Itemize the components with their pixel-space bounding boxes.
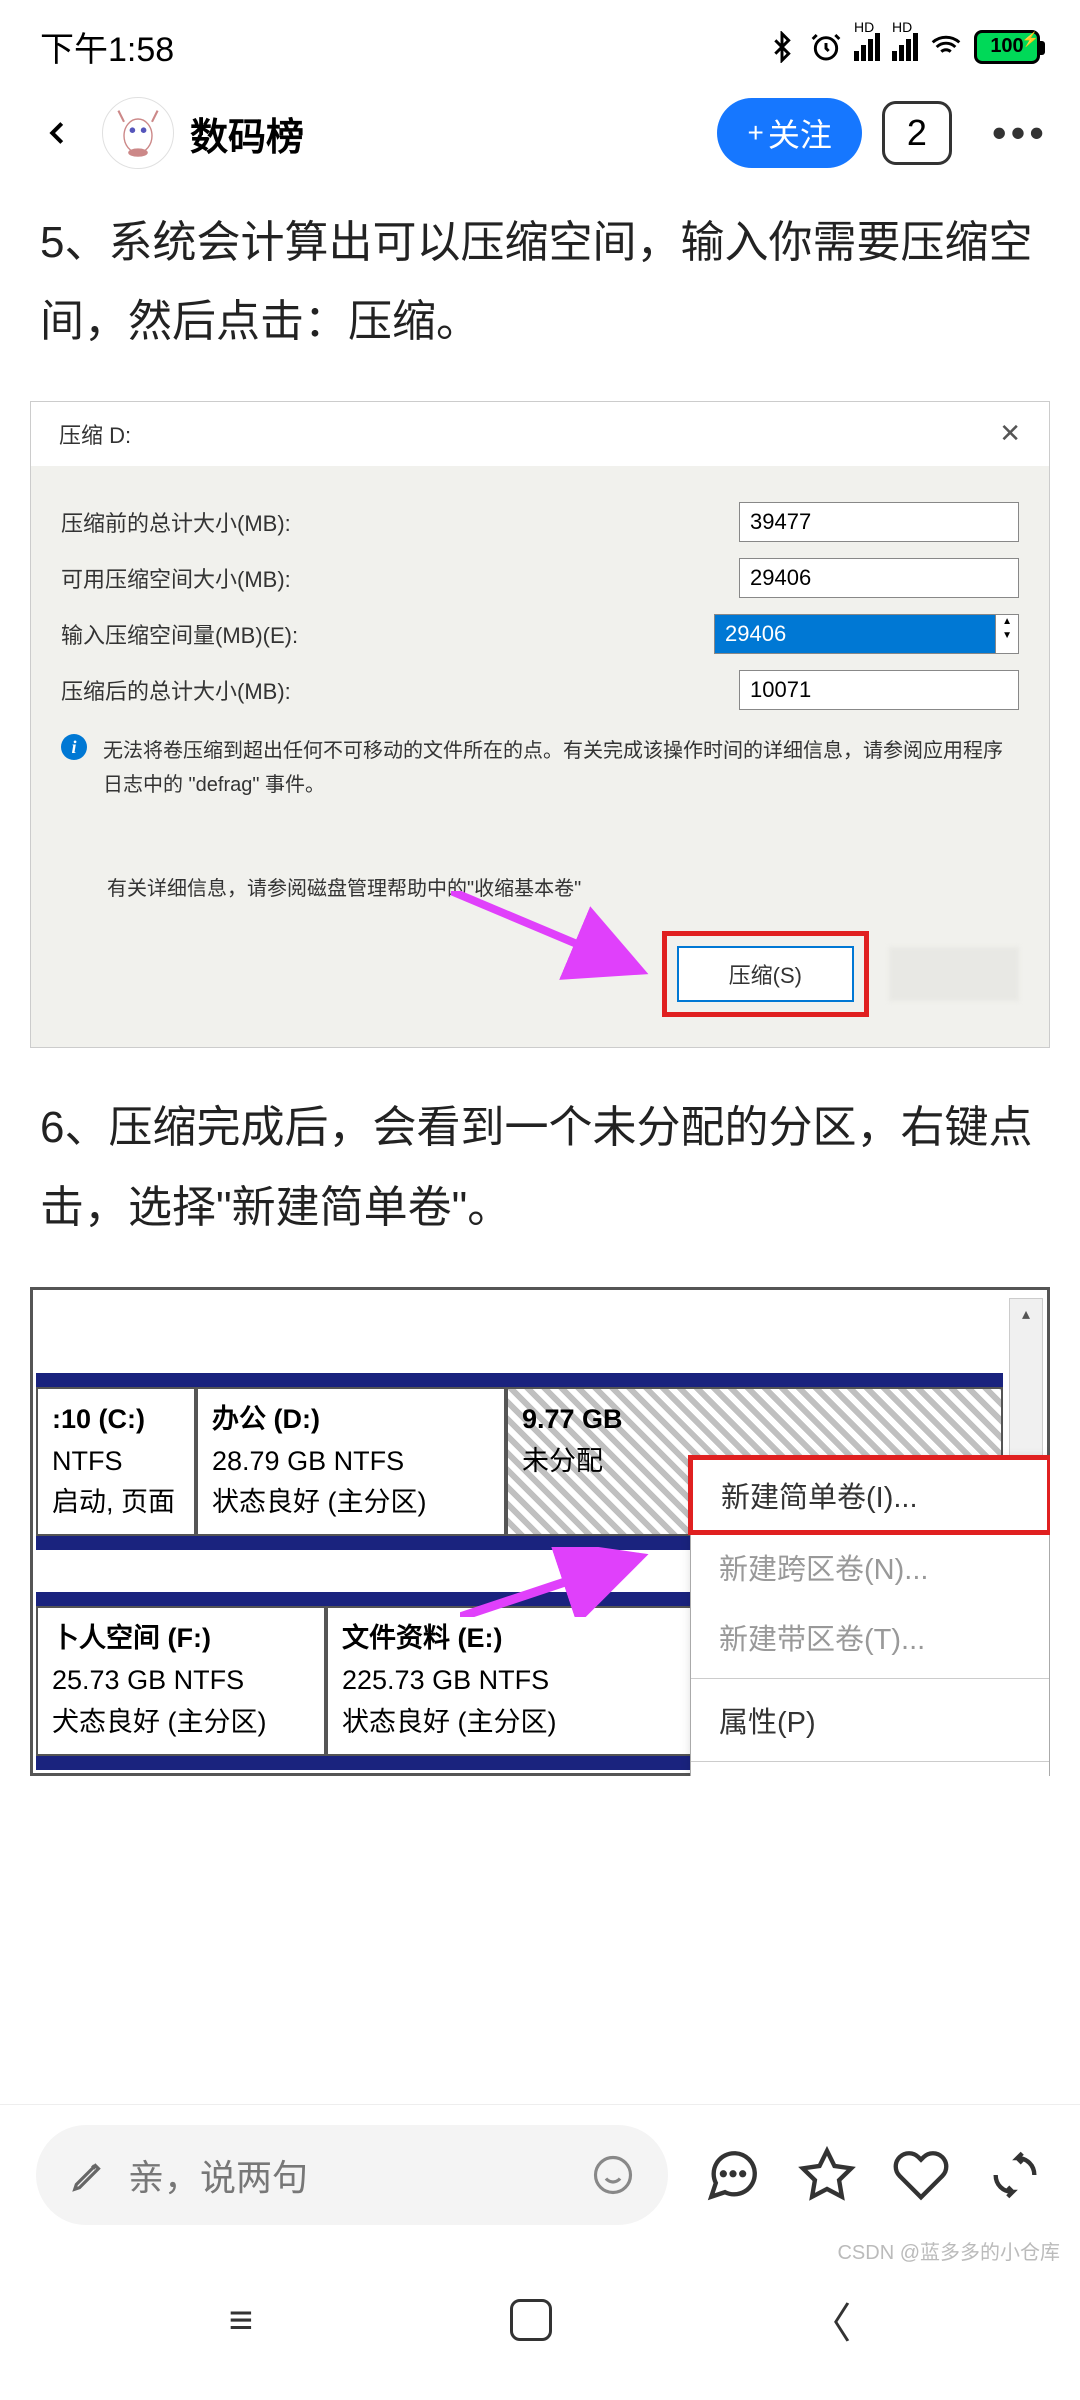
spinner-up-icon[interactable]: ▲ <box>996 615 1018 629</box>
label-available: 可用压缩空间大小(MB): <box>61 562 291 594</box>
more-button[interactable]: ••• <box>992 109 1048 157</box>
menu-properties[interactable]: 属性(P) <box>691 1685 1049 1755</box>
status-bar: 下午1:58 100⚡ <box>0 0 1080 81</box>
article-body-2: 6、压缩完成后，会看到一个未分配的分区，右键点击，选择"新建简单卷"。 <box>0 1088 1080 1246</box>
partition-f[interactable]: 卜人空间 (F:) 25.73 GB NTFS 犬态良好 (主分区) <box>36 1606 326 1756</box>
nav-back-icon[interactable]: 〈 <box>809 2290 851 2351</box>
pencil-icon <box>70 2156 108 2194</box>
follow-button[interactable]: +关注 <box>717 98 861 168</box>
bluetooth-icon <box>766 31 798 63</box>
back-button[interactable] <box>32 108 82 158</box>
shrink-button[interactable]: 压缩(S) <box>677 946 854 1002</box>
step-6-text: 6、压缩完成后，会看到一个未分配的分区，右键点击，选择"新建简单卷"。 <box>40 1088 1040 1246</box>
system-nav-bar: ≡ 〈 <box>0 2270 1080 2400</box>
author-name[interactable]: 数码榜 <box>190 106 697 161</box>
disk-management: :10 (C:) NTFS 启动, 页面 办公 (D:) 28.79 GB NT… <box>30 1287 1050 1776</box>
nav-home-icon[interactable] <box>510 2299 552 2341</box>
alarm-icon <box>810 31 842 63</box>
menu-help[interactable]: 帮助(H) <box>691 1768 1049 1776</box>
info-text: 无法将卷压缩到超出任何不可移动的文件所在的点。有关完成该操作时间的详细信息，请参… <box>103 734 1019 802</box>
shrink-amount-input[interactable]: 29406 ▲▼ <box>714 614 1019 654</box>
label-size-after: 压缩后的总计大小(MB): <box>61 674 291 706</box>
more-info-text: 有关详细信息，请参阅磁盘管理帮助中的"收缩基本卷" <box>107 872 1019 901</box>
close-icon[interactable]: ✕ <box>999 418 1021 450</box>
watermark: CSDN @蓝多多的小仓库 <box>837 2236 1060 2265</box>
heart-icon[interactable] <box>892 2146 950 2204</box>
menu-new-simple-volume[interactable]: 新建简单卷(I)... <box>688 1455 1050 1535</box>
cancel-button-blurred <box>889 947 1019 1001</box>
shrink-dialog: 压缩 D: ✕ 压缩前的总计大小(MB): 39477 可用压缩空间大小(MB)… <box>30 401 1050 1048</box>
article-body: 5、系统会计算出可以压缩空间，输入你需要压缩空间，然后点击：压缩。 <box>0 203 1080 361</box>
signal-1-icon <box>854 33 880 61</box>
bottom-action-bar: 亲，说两句 <box>0 2104 1080 2245</box>
nav-menu-icon[interactable]: ≡ <box>229 2296 254 2344</box>
context-menu: 新建简单卷(I)... 新建跨区卷(N)... 新建带区卷(T)... 属性(P… <box>690 1457 1050 1776</box>
status-time: 下午1:58 <box>40 22 174 71</box>
dialog-title: 压缩 D: <box>59 418 131 450</box>
status-icons: 100⚡ <box>766 30 1040 64</box>
battery-icon: 100⚡ <box>974 30 1040 64</box>
label-size-before: 压缩前的总计大小(MB): <box>61 506 291 538</box>
label-shrink-amount: 输入压缩空间量(MB)(E): <box>61 618 298 650</box>
annotation-arrow-icon <box>451 891 661 991</box>
menu-new-spanned-volume: 新建跨区卷(N)... <box>691 1532 1049 1602</box>
value-available: 29406 <box>739 558 1019 598</box>
spinner-down-icon[interactable]: ▼ <box>996 629 1018 643</box>
value-size-before: 39477 <box>739 502 1019 542</box>
partition-c[interactable]: :10 (C:) NTFS 启动, 页面 <box>36 1387 196 1537</box>
comments-icon[interactable] <box>704 2146 762 2204</box>
value-size-after: 10071 <box>739 670 1019 710</box>
step-5-text: 5、系统会计算出可以压缩空间，输入你需要压缩空间，然后点击：压缩。 <box>40 203 1040 361</box>
app-header: 数码榜 +关注 2 ••• <box>0 81 1080 189</box>
author-avatar[interactable] <box>102 97 174 169</box>
page-count[interactable]: 2 <box>882 101 952 165</box>
highlight-box: 压缩(S) <box>662 931 869 1017</box>
star-icon[interactable] <box>798 2146 856 2204</box>
info-icon: i <box>61 734 87 760</box>
smile-icon[interactable] <box>592 2154 634 2196</box>
partition-d[interactable]: 办公 (D:) 28.79 GB NTFS 状态良好 (主分区) <box>196 1387 506 1537</box>
menu-new-striped-volume: 新建带区卷(T)... <box>691 1602 1049 1672</box>
signal-2-icon <box>892 33 918 61</box>
wifi-icon <box>930 31 962 63</box>
share-icon[interactable] <box>986 2146 1044 2204</box>
comment-input[interactable]: 亲，说两句 <box>36 2125 668 2225</box>
